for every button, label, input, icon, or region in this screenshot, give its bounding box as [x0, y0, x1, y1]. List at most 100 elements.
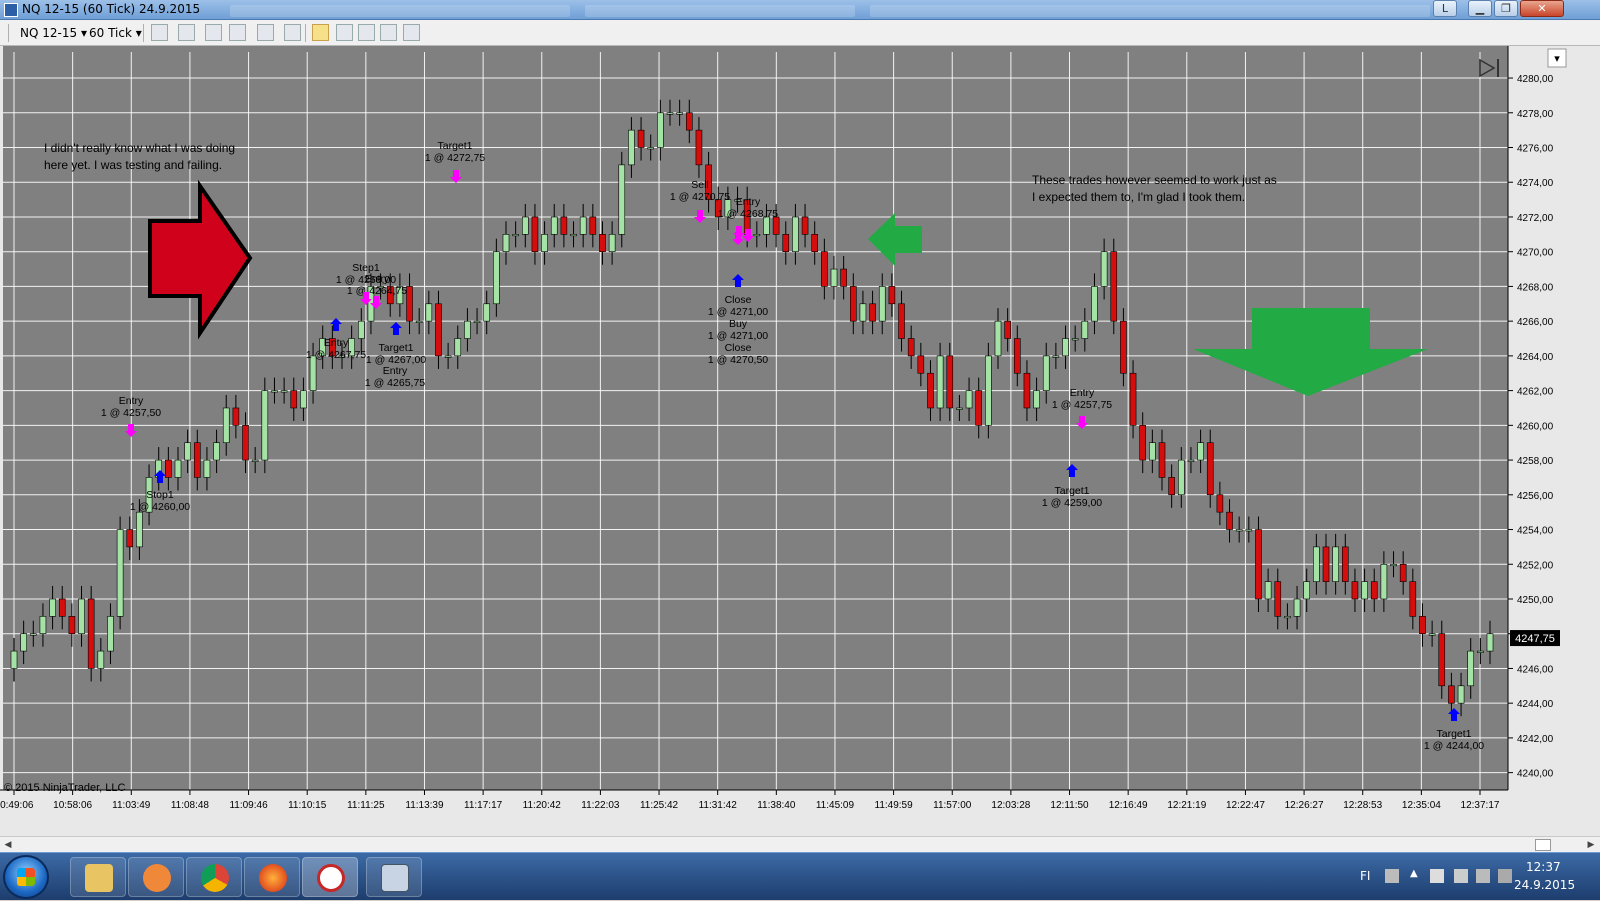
close-icon: ✕: [1537, 2, 1547, 15]
taskbar-media-player[interactable]: [128, 857, 184, 897]
instrument-selector[interactable]: NQ 12-15 ▾: [20, 26, 87, 40]
candle-up: [20, 633, 27, 652]
candle-down: [1438, 633, 1446, 687]
trade-label: Target1: [1054, 485, 1089, 497]
chart-style-icon[interactable]: [151, 24, 168, 41]
candle-up: [994, 320, 1002, 357]
drawing-tool-pencil-icon[interactable]: [178, 24, 195, 41]
windows-taskbar: FI ▲ 12:37 24.9.2015: [0, 852, 1600, 900]
y-tick-label: 4252,00: [1517, 560, 1554, 571]
trade-label: 1 @ 4257,50: [101, 407, 161, 419]
chart-panel[interactable]: 4240,004242,004244,004246,004248,004250,…: [0, 46, 1600, 836]
scroll-left-icon[interactable]: ◀: [1, 838, 15, 852]
candle-down: [290, 390, 298, 409]
candle-up: [570, 234, 577, 237]
pointer-select-icon[interactable]: [257, 24, 274, 41]
start-button[interactable]: [3, 855, 49, 899]
trade-label: 1 @ 4264,75: [347, 285, 407, 297]
zoom-icon[interactable]: [284, 24, 301, 41]
candle-down: [811, 234, 819, 252]
trade-label: Sell: [691, 179, 709, 191]
candle-down: [589, 216, 597, 235]
x-tick-label: 11:31:42: [699, 800, 738, 811]
candle-down: [435, 303, 442, 357]
price-chart[interactable]: 4240,004242,004244,004246,004248,004250,…: [0, 46, 1600, 836]
trade-label: 1 @ 4259,00: [1042, 497, 1102, 509]
candle-down: [599, 234, 606, 252]
properties-icon[interactable]: [380, 24, 397, 41]
language-indicator[interactable]: FI: [1360, 869, 1370, 883]
horizontal-scrollbar[interactable]: ◀ ▶: [0, 836, 1600, 852]
x-tick-label: 12:35:04: [1402, 800, 1441, 811]
candle-down: [1139, 425, 1147, 461]
taskbar-ninjatrader[interactable]: [302, 857, 358, 897]
trade-label: 1 @ 4244,00: [1424, 740, 1484, 752]
candle-up: [1052, 355, 1060, 358]
x-tick-label: 11:10:15: [288, 800, 327, 811]
candle-down: [946, 355, 954, 409]
candle-up: [271, 390, 278, 393]
chevron-down-icon: ▾: [135, 26, 142, 40]
candle-down: [1158, 442, 1166, 478]
y-tick-label: 4272,00: [1517, 213, 1554, 224]
taskbar-explorer[interactable]: [70, 857, 126, 897]
candle-up: [936, 355, 944, 409]
folder-icon: [85, 864, 113, 892]
x-tick-label: 11:22:03: [581, 800, 620, 811]
taskbar-calculator[interactable]: [366, 857, 422, 897]
layout-button[interactable]: L: [1433, 0, 1457, 17]
chart-trader-icon[interactable]: [312, 24, 329, 41]
snap-icon[interactable]: [229, 24, 246, 41]
crosshair-icon[interactable]: [205, 24, 222, 41]
maximize-button[interactable]: ❐: [1494, 0, 1518, 17]
trade-label: 1 @ 4270,75: [670, 191, 730, 203]
trade-label: Target1: [1436, 728, 1471, 740]
data-box-icon[interactable]: [403, 24, 420, 41]
candle-up: [579, 216, 587, 235]
minimize-icon: ▁: [1475, 2, 1485, 15]
candle-down: [87, 598, 95, 669]
trade-label: Entry: [365, 273, 390, 285]
candle-down: [1255, 529, 1262, 600]
window-titlebar: NQ 12-15 (60 Tick) 24.9.2015 L ▁ ❐ ✕: [0, 0, 1600, 20]
y-tick-label: 4276,00: [1517, 144, 1554, 155]
power-icon[interactable]: [1454, 869, 1468, 883]
candle-up: [521, 216, 529, 235]
volume-icon[interactable]: [1476, 869, 1490, 883]
action-center-flag-icon[interactable]: [1430, 869, 1444, 883]
taskbar-chrome[interactable]: [186, 857, 242, 897]
trade-label: Close: [725, 294, 752, 306]
y-tick-label: 4268,00: [1517, 282, 1554, 293]
chevron-down-icon: ▾: [80, 26, 87, 40]
indicators-icon[interactable]: [336, 24, 353, 41]
x-tick-label: 11:03:49: [112, 800, 151, 811]
y-tick-label: 4254,00: [1517, 526, 1554, 537]
keyboard-icon[interactable]: [1385, 869, 1399, 883]
candle-up: [878, 286, 886, 322]
clock-time[interactable]: 12:37: [1526, 860, 1561, 874]
candle-up: [1100, 251, 1108, 287]
x-tick-label: 11:13:39: [405, 800, 444, 811]
close-button[interactable]: ✕: [1520, 0, 1564, 17]
firefox-icon: [259, 864, 287, 892]
strategies-icon[interactable]: [358, 24, 375, 41]
candle-up: [261, 390, 269, 461]
interval-selector[interactable]: 60 Tick ▾: [89, 26, 142, 40]
trade-label: Target1: [437, 140, 472, 152]
trade-label: 1 @ 4272,75: [425, 152, 485, 164]
scroll-thumb[interactable]: [1535, 839, 1551, 851]
trade-label: Target1: [378, 342, 413, 354]
x-tick-label: 12:11:50: [1050, 800, 1089, 811]
minimize-button[interactable]: ▁: [1468, 0, 1492, 17]
x-tick-label: 12:28:53: [1343, 800, 1382, 811]
show-hidden-icons-icon[interactable]: ▲: [1410, 868, 1418, 879]
clock-date[interactable]: 24.9.2015: [1514, 878, 1575, 892]
last-price-label: 4247,75: [1515, 633, 1555, 645]
network-icon[interactable]: [1498, 869, 1512, 883]
candle-down: [782, 234, 790, 252]
candle-up: [1457, 685, 1465, 704]
chrome-icon: [201, 864, 229, 892]
candle-down: [242, 425, 249, 461]
taskbar-firefox[interactable]: [244, 857, 300, 897]
scroll-right-icon[interactable]: ▶: [1584, 838, 1598, 852]
